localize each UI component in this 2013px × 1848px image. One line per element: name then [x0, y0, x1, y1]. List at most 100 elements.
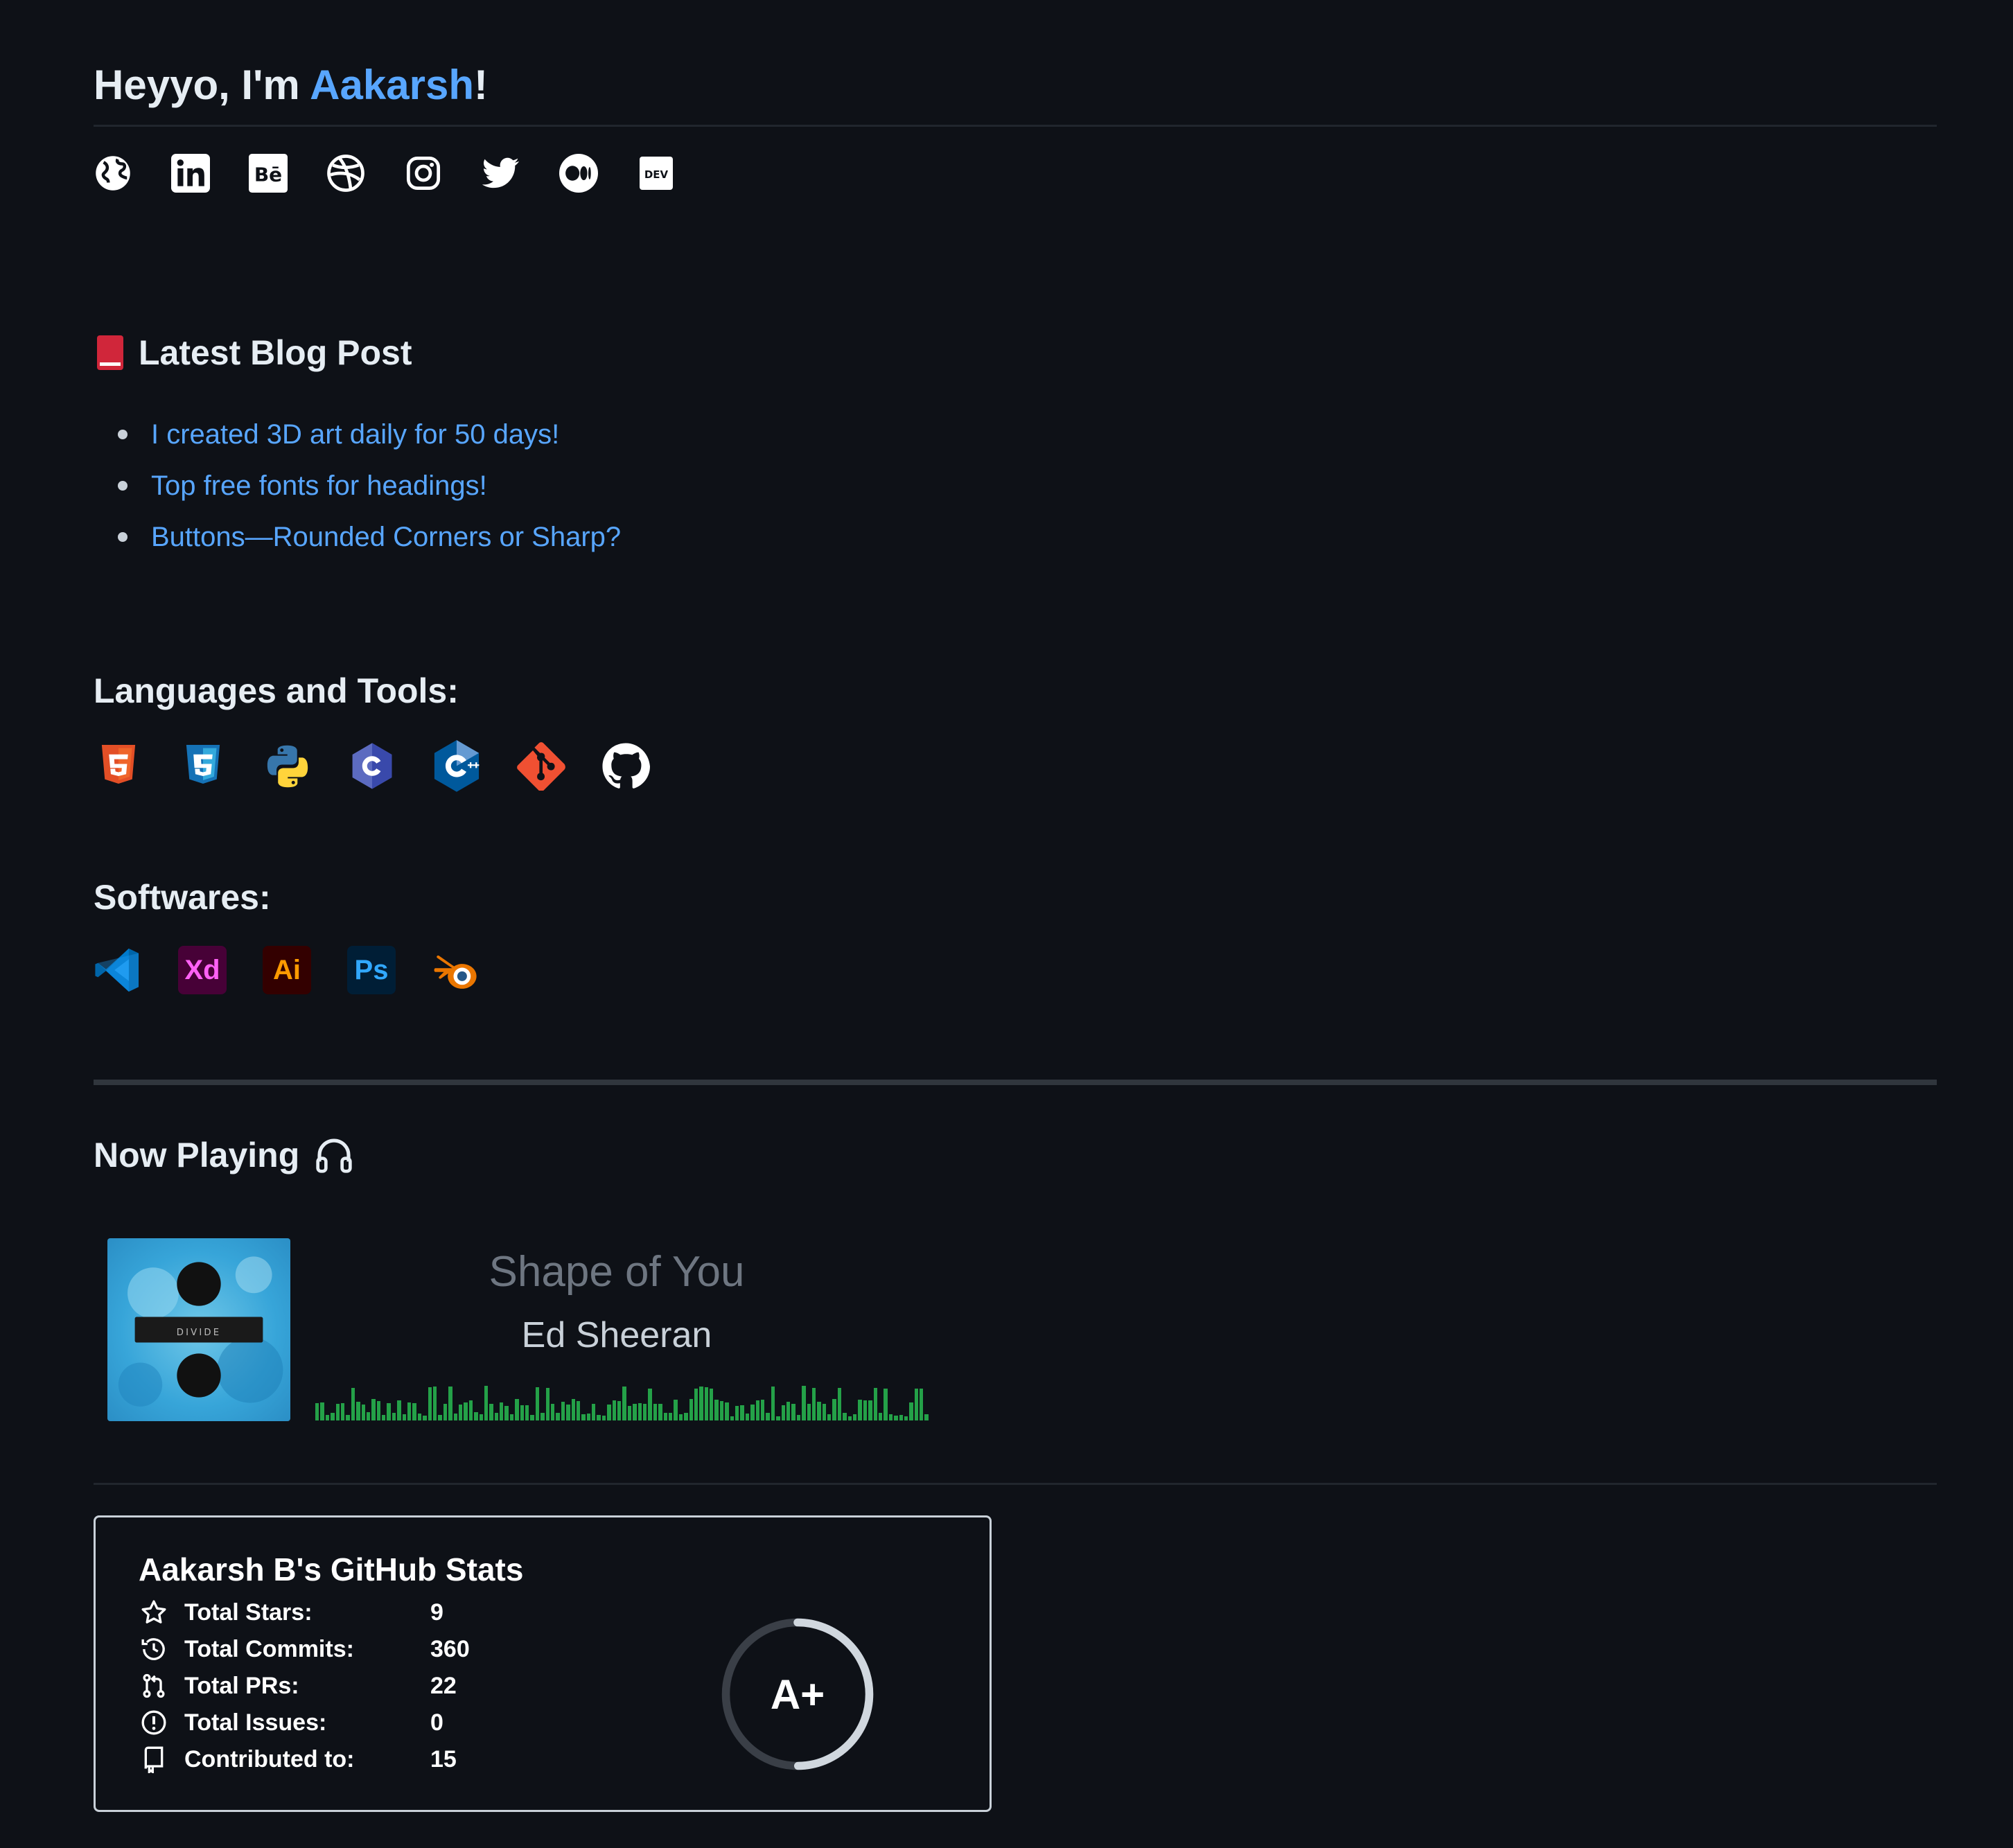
visualizer-bar: [740, 1405, 744, 1420]
visualizer-bar: [407, 1402, 412, 1420]
visualizer-bar: [653, 1404, 658, 1420]
visualizer-bar: [894, 1416, 898, 1420]
visualizer-bar: [622, 1387, 626, 1420]
html5-icon[interactable]: [94, 741, 143, 791]
blog-post-link[interactable]: Top free fonts for headings!: [118, 460, 621, 511]
visualizer-bar: [489, 1404, 493, 1420]
instagram-icon[interactable]: [404, 154, 443, 193]
visualizer-bar: [382, 1415, 386, 1420]
visualizer-bar: [863, 1400, 868, 1420]
red-book-icon: [97, 335, 123, 370]
visualizer-bar: [607, 1405, 611, 1420]
stats-card-title: Aakarsh B's GitHub Stats: [139, 1551, 524, 1587]
visualizer-bar: [878, 1413, 883, 1420]
blog-heading: Latest Blog Post: [97, 333, 412, 373]
visualizer-bar: [479, 1414, 483, 1420]
blog-post-link[interactable]: Buttons—Rounded Corners or Sharp?: [118, 511, 621, 563]
visualizer-bar: [346, 1415, 350, 1420]
adobe-xd-icon[interactable]: Xd: [178, 946, 227, 994]
visualizer-bar: [627, 1406, 632, 1420]
adobe-illustrator-icon[interactable]: Ai: [263, 946, 311, 994]
vscode-icon[interactable]: [94, 946, 142, 994]
visualizer-bar: [684, 1413, 688, 1420]
visualizer-bar: [924, 1414, 929, 1420]
stat-value: 15: [430, 1745, 457, 1772]
title-divider: [94, 125, 1937, 127]
blender-icon[interactable]: [432, 946, 480, 994]
python-icon[interactable]: [263, 741, 313, 791]
visualizer-bar: [376, 1401, 381, 1420]
visualizer-bar: [500, 1402, 504, 1420]
dribbble-icon[interactable]: [326, 154, 365, 193]
visualizer-bar: [576, 1401, 581, 1420]
behance-icon[interactable]: Bē: [249, 154, 288, 193]
visualizer-bar: [612, 1400, 617, 1420]
dev-icon[interactable]: DEV: [637, 154, 676, 193]
photoshop-icon[interactable]: Ps: [347, 946, 396, 994]
visualizer-bar: [837, 1388, 842, 1420]
visualizer-bar: [535, 1387, 540, 1420]
visualizer-bar: [843, 1413, 847, 1420]
visualizer-bar: [561, 1402, 565, 1420]
globe-icon[interactable]: [94, 154, 132, 193]
visualizer-bar: [556, 1413, 560, 1420]
visualizer-bar: [832, 1399, 836, 1420]
visualizer-bar: [811, 1388, 816, 1420]
visualizer-bar: [356, 1402, 360, 1420]
visualizer-bar: [566, 1405, 570, 1420]
git-icon[interactable]: [516, 741, 566, 791]
twitter-icon[interactable]: [482, 154, 520, 193]
visualizer-bar: [858, 1400, 862, 1420]
visualizer-bar: [448, 1387, 452, 1420]
visualizer-bar: [340, 1403, 345, 1420]
stat-row-contributed: Contributed to: 15: [139, 1741, 457, 1777]
visualizer-bar: [771, 1387, 775, 1420]
languages-heading: Languages and Tools:: [94, 671, 459, 711]
visualizer-bar: [760, 1400, 765, 1420]
visualizer-bar: [581, 1414, 586, 1420]
readme-page: Heyyo, I'm Aakarsh! Bē DEV Latest Blog P…: [0, 0, 2013, 1848]
song-artist[interactable]: Ed Sheeran: [319, 1314, 915, 1356]
visualizer-bar: [704, 1387, 709, 1420]
stat-label: Total Issues:: [184, 1709, 327, 1736]
pull-request-icon: [139, 1671, 169, 1701]
css3-icon[interactable]: [178, 741, 228, 791]
svg-text:DEV: DEV: [644, 168, 669, 181]
c-icon[interactable]: [347, 741, 397, 791]
visualizer-bar: [663, 1413, 667, 1420]
cplusplus-icon[interactable]: [432, 740, 482, 792]
visualizer-bar: [474, 1412, 478, 1420]
visualizer-bar: [515, 1399, 519, 1420]
visualizer-bar: [674, 1400, 678, 1420]
visualizer-bar: [888, 1414, 893, 1420]
stat-value: 9: [430, 1599, 443, 1626]
linkedin-icon[interactable]: [171, 154, 210, 193]
visualizer-bar: [730, 1416, 735, 1420]
repo-icon: [139, 1744, 169, 1775]
visualizer-bar: [392, 1413, 396, 1420]
song-title[interactable]: Shape of You: [319, 1247, 915, 1296]
stat-value: 360: [430, 1635, 470, 1662]
visualizer-bar: [453, 1414, 457, 1420]
visualizer-bar: [710, 1389, 714, 1420]
visualizer-bar: [335, 1404, 340, 1420]
album-cover[interactable]: DIVIDE: [107, 1238, 290, 1421]
visualizer-bar: [745, 1414, 750, 1420]
svg-text:DIVIDE: DIVIDE: [177, 1328, 221, 1338]
adobe-illustrator-label: Ai: [273, 954, 301, 985]
visualizer-bar: [530, 1415, 534, 1420]
medium-icon[interactable]: [559, 154, 598, 193]
name-link[interactable]: Aakarsh: [310, 62, 474, 108]
visualizer-bar: [817, 1402, 821, 1420]
visualizer-bar: [735, 1406, 739, 1420]
visualizer-bar: [633, 1404, 637, 1420]
github-stats-card[interactable]: Aakarsh B's GitHub Stats Total Stars: 9 …: [94, 1515, 992, 1812]
visualizer-bar: [371, 1399, 376, 1420]
stat-row-commits: Total Commits: 360: [139, 1631, 470, 1667]
visualizer-bar: [412, 1403, 416, 1420]
audio-visualizer: [315, 1386, 929, 1420]
github-icon[interactable]: [601, 741, 651, 791]
blog-post-link[interactable]: I created 3D art daily for 50 days!: [118, 409, 621, 460]
visualizer-bar: [796, 1415, 801, 1420]
visualizer-bar: [853, 1414, 857, 1420]
